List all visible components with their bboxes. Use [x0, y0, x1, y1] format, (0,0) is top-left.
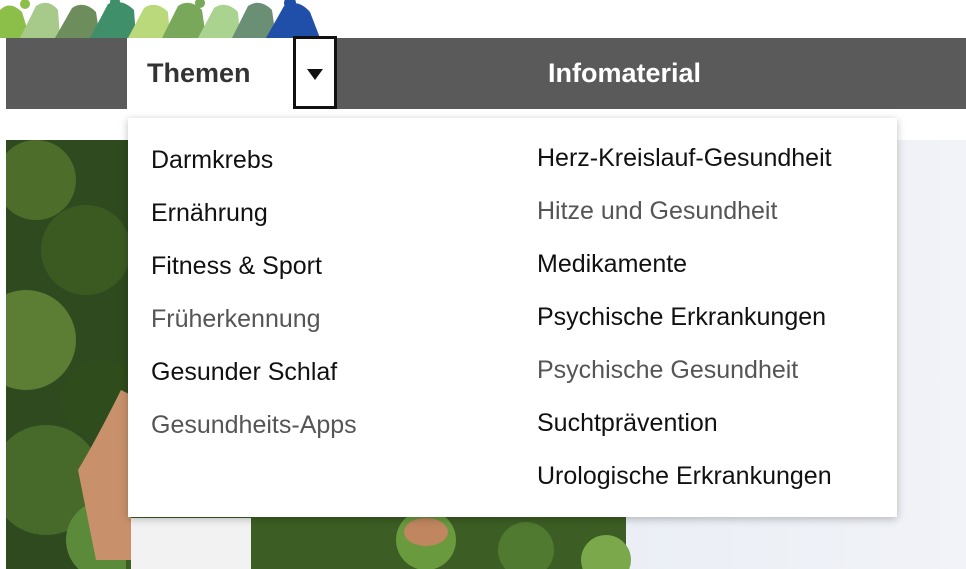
- themen-dropdown-toggle[interactable]: [293, 36, 337, 109]
- menu-item-darmkrebs[interactable]: Darmkrebs: [151, 145, 273, 175]
- menu-item-fitness-sport[interactable]: Fitness & Sport: [151, 251, 322, 281]
- people-figures-logo: [0, 0, 320, 38]
- menu-item-herz-kreislauf[interactable]: Herz-Kreislauf-Gesundheit: [537, 143, 832, 173]
- themen-dropdown-menu: Darmkrebs Ernährung Fitness & Sport Früh…: [128, 118, 897, 517]
- site-logo-figures: [0, 0, 330, 38]
- menu-item-gesundheits-apps[interactable]: Gesundheits-Apps: [151, 410, 357, 440]
- menu-item-suchtpraevention[interactable]: Suchtprävention: [537, 408, 718, 438]
- menu-item-psychische-gesundheit[interactable]: Psychische Gesundheit: [537, 355, 798, 385]
- nav-infomaterial-link[interactable]: Infomaterial: [548, 55, 701, 91]
- menu-item-gesunder-schlaf[interactable]: Gesunder Schlaf: [151, 357, 337, 387]
- caret-down-icon: [307, 69, 323, 80]
- menu-item-ernaehrung[interactable]: Ernährung: [151, 198, 268, 228]
- menu-item-medikamente[interactable]: Medikamente: [537, 249, 687, 279]
- menu-item-psychische-erkrankungen[interactable]: Psychische Erkrankungen: [537, 302, 826, 332]
- menu-item-frueherkennung[interactable]: Früherkennung: [151, 304, 321, 334]
- menu-item-urologische-erkrankungen[interactable]: Urologische Erkrankungen: [537, 461, 832, 491]
- nav-themen-link[interactable]: Themen: [147, 55, 251, 91]
- menu-item-hitze-gesundheit[interactable]: Hitze und Gesundheit: [537, 196, 777, 226]
